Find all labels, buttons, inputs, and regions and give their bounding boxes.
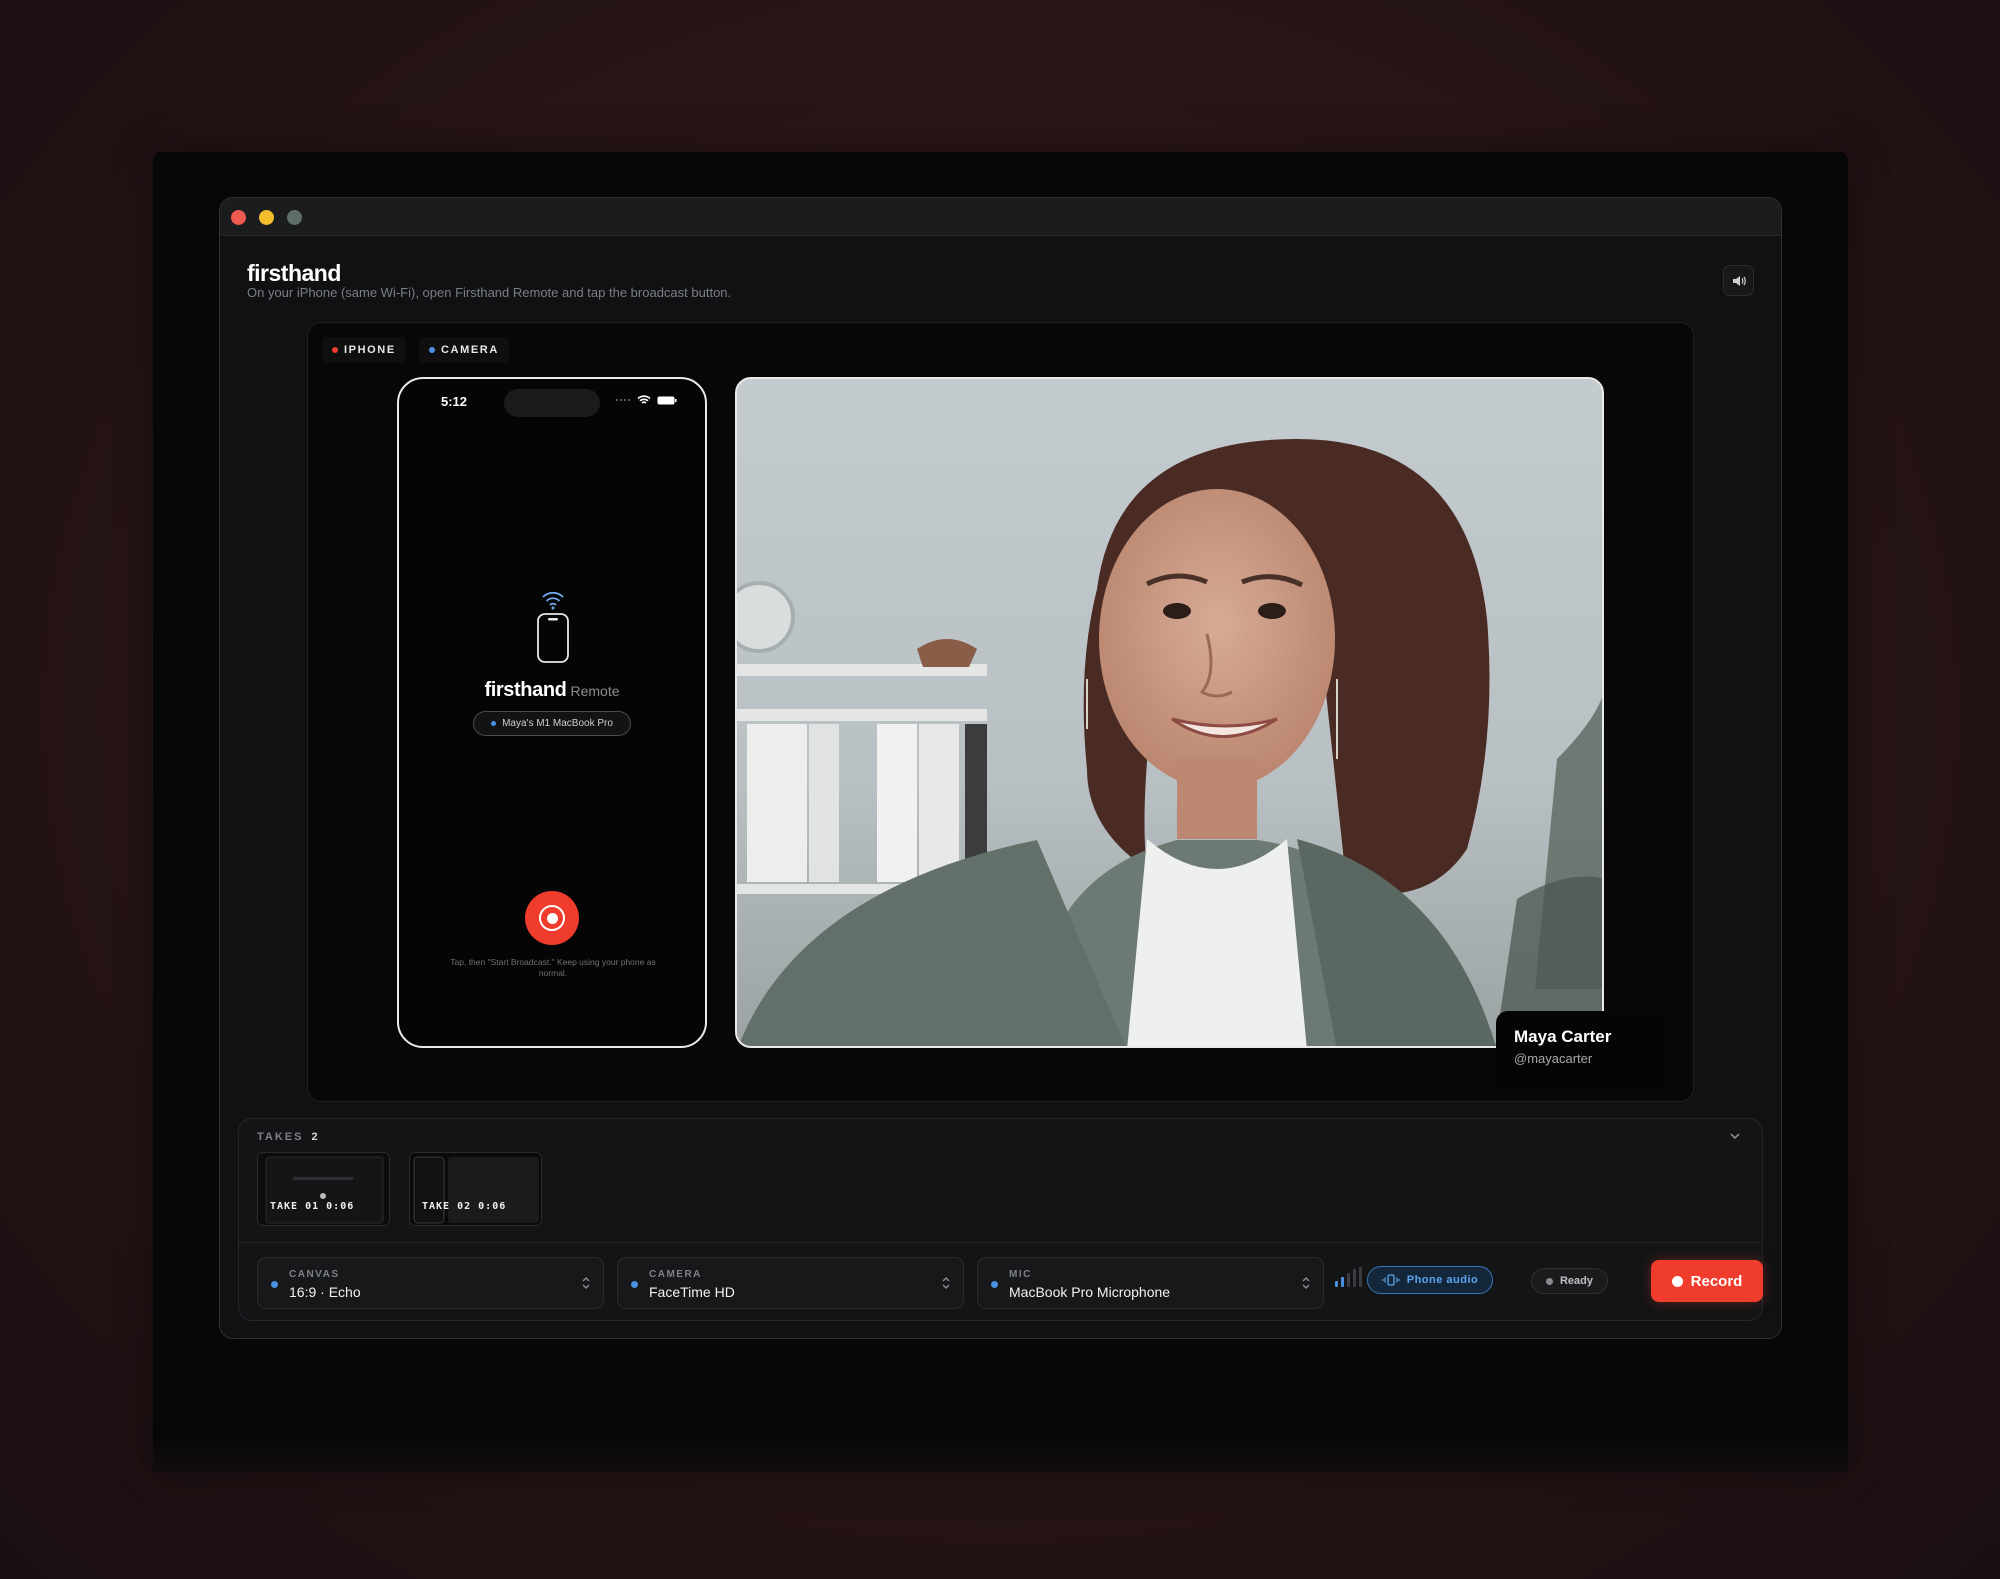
minimize-window-button[interactable] [259, 210, 274, 225]
chevron-updown-icon [1302, 1277, 1310, 1289]
status-dot [1545, 1277, 1553, 1285]
camera-select[interactable]: CAMERA FaceTime HD [617, 1257, 964, 1309]
battery-icon [657, 396, 677, 404]
phone-audio-icon [1382, 1274, 1400, 1286]
broadcast-hint: Tap, then "Start Broadcast." Keep using … [450, 957, 656, 978]
canvas-value: 16:9 · Echo [289, 1284, 361, 1300]
camera-preview [735, 377, 1604, 1048]
canvas-caption: CANVAS [289, 1269, 340, 1280]
status-label: Ready [1559, 1275, 1594, 1287]
audio-toggle-button[interactable] [1723, 265, 1754, 296]
camera-feed-image [737, 379, 1602, 1046]
dynamic-island [504, 389, 600, 417]
takes-label: TAKES [257, 1131, 304, 1143]
broadcast-phone-icon [537, 591, 569, 663]
tab-iphone-label: IPHONE [344, 344, 396, 356]
chevron-updown-icon [942, 1277, 950, 1289]
connected-device-name: Maya's M1 MacBook Pro [502, 718, 613, 729]
chevron-updown-icon [582, 1277, 590, 1289]
status-badge: Ready [1531, 1268, 1608, 1294]
record-label: Record [1690, 1272, 1743, 1290]
cellular-icon [616, 399, 630, 401]
phone-audio-label: Phone audio [1406, 1274, 1479, 1286]
camera-select-dot [631, 1281, 638, 1288]
record-icon [539, 905, 565, 931]
chevron-down-icon[interactable] [1728, 1129, 1742, 1143]
takes-header: TAKES 2 [257, 1131, 320, 1143]
device-base [153, 1428, 1848, 1472]
preview-stage: IPHONE CAMERA 5:12 firsthand Remote Maya… [307, 322, 1694, 1102]
broadcast-button[interactable] [525, 891, 579, 945]
speaker-icon [1732, 275, 1746, 286]
mic-caption: MIC [1009, 1269, 1032, 1280]
phone-clock: 5:12 [441, 394, 468, 409]
presenter-handle: @mayacarter [1514, 1051, 1593, 1066]
remote-app-suffix: Remote [570, 683, 620, 699]
take-preview-image [258, 1153, 389, 1225]
panel-divider [239, 1242, 1762, 1243]
take-thumbnail[interactable]: TAKE 02 0:06 [409, 1152, 542, 1226]
mic-select[interactable]: MIC MacBook Pro Microphone [977, 1257, 1324, 1309]
phone-status-bar [615, 395, 677, 405]
camera-dot [429, 347, 435, 353]
wifi-icon [637, 395, 651, 404]
tab-camera-label: CAMERA [441, 344, 499, 356]
title-bar [220, 198, 1781, 236]
connect-instructions: On your iPhone (same Wi-Fi), open Firsth… [247, 285, 732, 300]
presenter-name: Maya Carter [1514, 1027, 1612, 1046]
camera-value: FaceTime HD [649, 1284, 735, 1300]
mic-value: MacBook Pro Microphone [1009, 1284, 1171, 1300]
connected-device-pill[interactable]: Maya's M1 MacBook Pro [473, 711, 631, 736]
remote-app-name: firsthand [484, 679, 567, 701]
mic-level-meter [1335, 1267, 1362, 1287]
tab-iphone[interactable]: IPHONE [322, 337, 406, 363]
takes-count: 2 [311, 1131, 320, 1143]
canvas-select[interactable]: CANVAS 16:9 · Echo [257, 1257, 604, 1309]
take-label: TAKE 02 0:06 [422, 1201, 507, 1212]
device-status-dot [491, 721, 497, 726]
iphone-preview: 5:12 firsthand Remote Maya's M1 MacBook … [397, 377, 707, 1048]
app-brand: firsthand [247, 260, 341, 286]
canvas-dot [271, 1281, 278, 1288]
record-dot-icon [1671, 1275, 1683, 1287]
zoom-window-button[interactable] [287, 210, 302, 225]
presenter-name-card: Maya Carter @mayacarter [1496, 1011, 1664, 1089]
take-thumbnail[interactable]: TAKE 01 0:06 [257, 1152, 390, 1226]
tab-camera[interactable]: CAMERA [419, 337, 509, 363]
close-window-button[interactable] [231, 210, 246, 225]
iphone-dot [332, 347, 338, 353]
remote-app-title: firsthand Remote [399, 679, 705, 702]
app-window: firsthand On your iPhone (same Wi-Fi), o… [219, 197, 1782, 1339]
take-label: TAKE 01 0:06 [270, 1201, 355, 1212]
camera-caption: CAMERA [649, 1269, 702, 1280]
phone-audio-toggle[interactable]: Phone audio [1367, 1266, 1493, 1294]
record-button[interactable]: Record [1651, 1260, 1763, 1302]
mic-dot [991, 1281, 998, 1288]
take-preview-image [410, 1153, 541, 1225]
takes-panel: TAKES 2 TAKE 01 0:06 TAKE 02 0:06 CANVAS [238, 1118, 1763, 1321]
